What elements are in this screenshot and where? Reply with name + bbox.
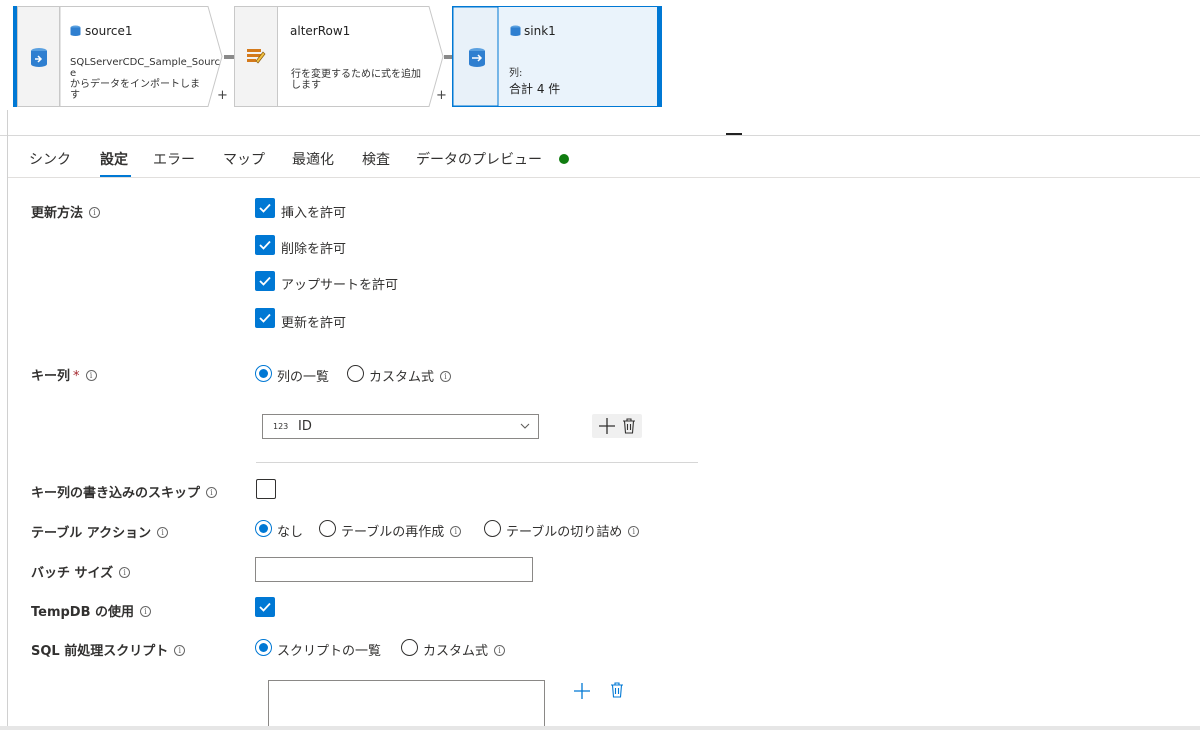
key-columns-list-label: 列の一覧 [277, 370, 330, 385]
table-action-truncate-radio[interactable] [484, 520, 501, 537]
pre-sql-custom-radio[interactable] [401, 639, 418, 656]
allow-delete-label: 削除を許可 [281, 242, 347, 257]
use-tempdb-label: TempDB の使用 i [31, 601, 152, 620]
node-source1-desc-4: す [70, 90, 80, 101]
allow-upsert-checkbox[interactable] [255, 271, 275, 291]
info-icon[interactable]: i [157, 527, 169, 538]
pre-sql-list-radio[interactable] [255, 639, 272, 656]
tab-inspect[interactable]: 検査 [362, 149, 390, 169]
node-alterrow1[interactable]: alterRow1 行を変更するために式を追加 します [234, 6, 444, 107]
info-icon[interactable]: i [89, 207, 101, 218]
batch-size-input[interactable] [255, 557, 533, 582]
node-source1[interactable]: source1 SQLServerCDC_Sample_Sourc e からデー… [13, 6, 223, 107]
node-alterrow1-name: alterRow1 [290, 24, 351, 38]
key-column-dropdown[interactable]: 123 ID [262, 414, 539, 439]
pre-sql-custom-label: カスタム式 i [423, 640, 506, 659]
key-column-value: ID [298, 419, 312, 434]
source-accent-bar [13, 6, 17, 107]
add-icon[interactable] [598, 417, 616, 435]
table-action-none-label: なし [277, 525, 304, 540]
node-alterrow1-shape [234, 6, 444, 107]
add-transform-plus-2[interactable]: + [436, 88, 447, 103]
panel-resize-handle[interactable] [726, 133, 742, 135]
info-icon[interactable]: i [140, 606, 152, 617]
active-tab-indicator [100, 175, 131, 177]
tab-errors[interactable]: エラー [153, 149, 195, 169]
dataflow-canvas: source1 SQLServerCDC_Sample_Sourc e からデー… [0, 0, 1200, 136]
info-icon[interactable]: i [119, 567, 131, 578]
sql-source-icon [17, 6, 60, 107]
node-alterrow1-desc-1: 行を変更するために式を追加 [291, 69, 421, 80]
sql-badge-icon-sink [510, 25, 521, 36]
key-columns-list-radio[interactable] [255, 365, 272, 382]
section-divider [256, 462, 698, 463]
table-action-recreate-label: テーブルの再作成 i [341, 521, 462, 540]
update-method-label: 更新方法 i [31, 202, 101, 221]
info-icon[interactable]: i [174, 645, 186, 656]
tab-optimize[interactable]: 最適化 [292, 149, 334, 169]
info-icon[interactable]: i [450, 526, 462, 537]
table-action-label: テーブル アクション i [31, 522, 169, 541]
node-alterrow1-desc-2: します [291, 80, 321, 91]
pre-sql-script-input[interactable] [268, 680, 545, 730]
panel-left-border [7, 110, 8, 730]
pre-sql-label: SQL 前処理スクリプト i [31, 640, 186, 659]
sql-badge-icon [70, 25, 81, 36]
key-columns-custom-radio[interactable] [347, 365, 364, 382]
delete-icon[interactable] [622, 418, 636, 434]
required-asterisk: * [73, 369, 80, 384]
info-icon[interactable]: i [206, 487, 218, 498]
key-column-actions [592, 414, 642, 438]
allow-update-label: 更新を許可 [281, 316, 347, 331]
node-sink1[interactable]: sink1 列: 合計 4 件 [452, 6, 666, 107]
preview-status-dot [559, 154, 569, 164]
node-source1-desc-1: SQLServerCDC_Sample_Sourc [70, 57, 220, 68]
node-source1-desc-2: e [70, 68, 77, 79]
allow-insert-checkbox[interactable] [255, 198, 275, 218]
batch-size-label: バッチ サイズ i [31, 562, 131, 581]
allow-insert-label: 挿入を許可 [281, 206, 347, 221]
skip-key-write-checkbox[interactable] [256, 479, 276, 499]
integer-type-icon: 123 [273, 422, 289, 431]
bottom-scroll-edge [0, 726, 1200, 730]
skip-key-write-label: キー列の書き込みのスキップ i [31, 482, 218, 501]
tab-sink[interactable]: シンク [29, 149, 71, 169]
table-action-none-radio[interactable] [255, 520, 272, 537]
allow-update-checkbox[interactable] [255, 308, 275, 328]
add-icon[interactable] [573, 682, 591, 700]
table-action-recreate-radio[interactable] [319, 520, 336, 537]
tab-data-preview[interactable]: データのプレビュー [416, 149, 542, 169]
tab-settings[interactable]: 設定 [100, 149, 128, 169]
key-columns-custom-label: カスタム式 i [369, 366, 452, 385]
table-action-truncate-label: テーブルの切り詰め i [506, 521, 640, 540]
settings-tabs: シンク 設定 エラー マップ 最適化 検査 データのプレビュー [8, 136, 1200, 178]
alter-row-icon [246, 46, 266, 70]
add-transform-plus[interactable]: + [217, 88, 228, 103]
node-sink1-name: sink1 [524, 24, 556, 38]
allow-delete-checkbox[interactable] [255, 235, 275, 255]
node-source1-desc-3: からデータをインポートしま [70, 79, 200, 90]
delete-icon[interactable] [610, 682, 624, 699]
info-icon[interactable]: i [628, 526, 640, 537]
node-sink1-columns-value: 合計 4 件 [509, 82, 561, 96]
key-columns-label: キー列 * i [31, 365, 97, 384]
tab-mapping[interactable]: マップ [223, 149, 265, 169]
sql-sink-icon [468, 47, 486, 71]
pre-sql-list-label: スクリプトの一覧 [277, 644, 382, 659]
info-icon[interactable]: i [85, 370, 97, 381]
node-source1-name: source1 [85, 24, 133, 38]
chevron-down-icon [520, 423, 530, 429]
info-icon[interactable]: i [494, 645, 506, 656]
use-tempdb-checkbox[interactable] [255, 597, 275, 617]
allow-upsert-label: アップサートを許可 [281, 278, 399, 293]
info-icon[interactable]: i [440, 371, 452, 382]
node-sink1-columns-label: 列: [509, 68, 523, 79]
